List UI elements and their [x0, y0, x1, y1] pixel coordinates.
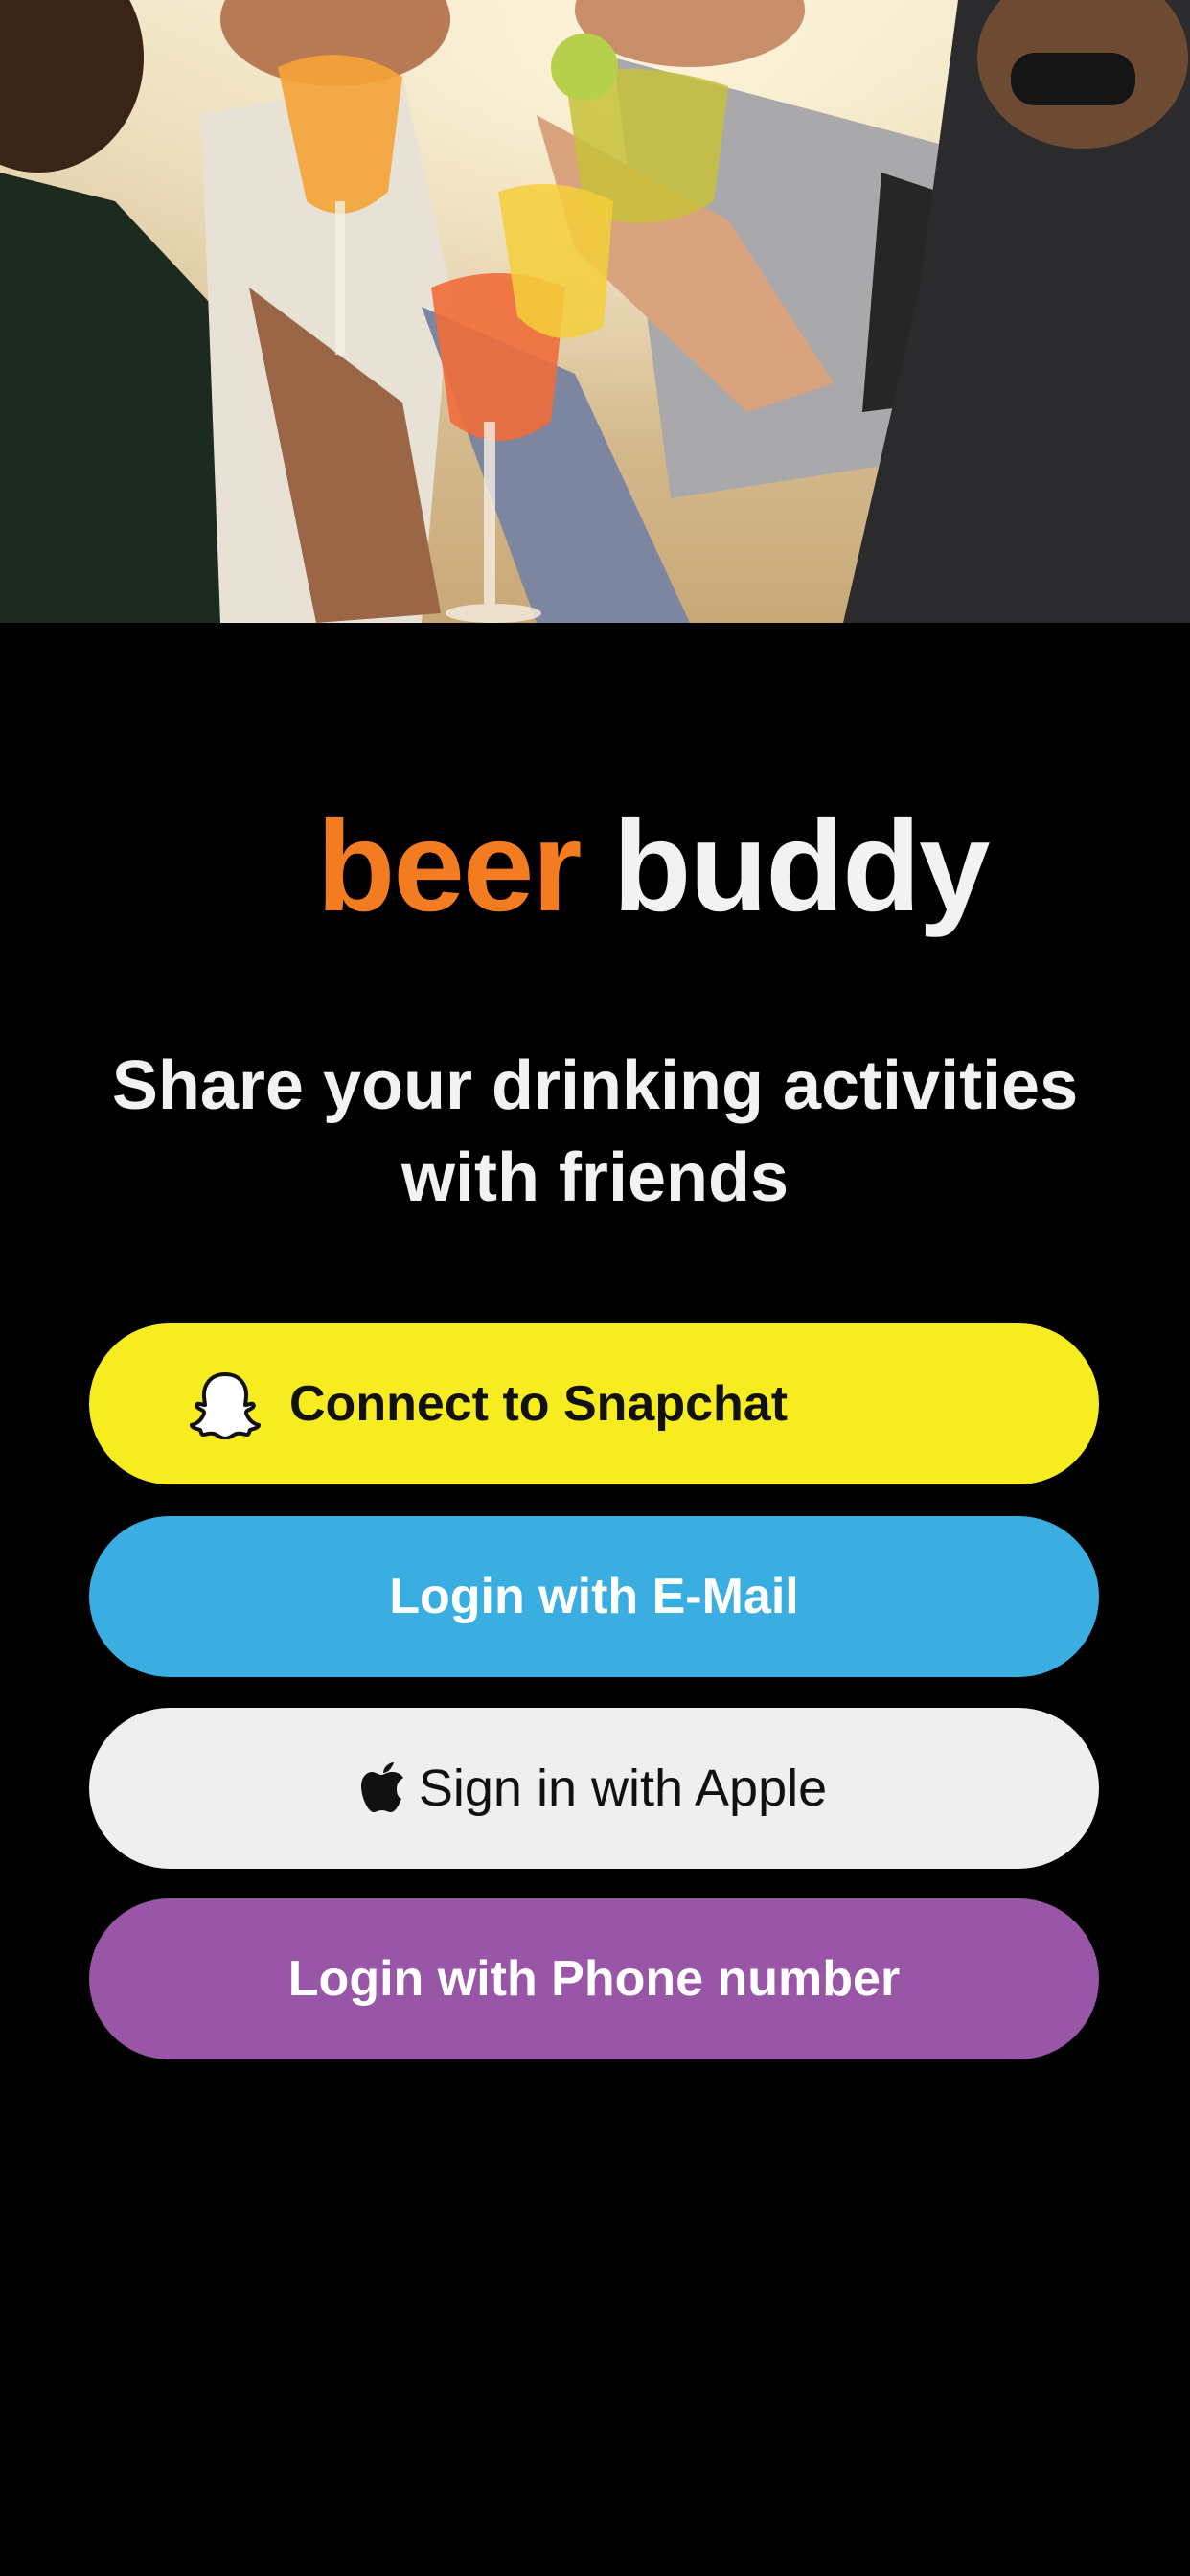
connect-snapchat-button[interactable]: Connect to Snapchat	[89, 1323, 1099, 1484]
tagline-line-2: with friends	[400, 1139, 789, 1216]
login-email-label: Login with E-Mail	[389, 1569, 799, 1624]
app-logo: beer buddy	[0, 795, 1190, 939]
friends-toasting-drinks-image	[0, 0, 1190, 623]
login-email-button[interactable]: Login with E-Mail	[89, 1516, 1099, 1677]
sign-in-apple-label: Sign in with Apple	[418, 1760, 828, 1817]
sign-in-apple-button[interactable]: Sign in with Apple	[89, 1708, 1099, 1869]
tagline-line-1: Share your drinking activities	[111, 1047, 1079, 1124]
hero-photo	[0, 0, 1190, 623]
tagline: Share your drinking activities with frie…	[38, 1040, 1152, 1224]
connect-snapchat-label: Connect to Snapchat	[289, 1376, 789, 1432]
snapchat-ghost-icon	[190, 1368, 261, 1440]
logo-word-beer: beer	[316, 795, 583, 938]
apple-logo-icon	[360, 1762, 405, 1814]
login-phone-button[interactable]: Login with Phone number	[89, 1898, 1099, 2059]
logo-word-buddy: buddy	[612, 795, 991, 938]
login-phone-label: Login with Phone number	[287, 1951, 901, 2007]
